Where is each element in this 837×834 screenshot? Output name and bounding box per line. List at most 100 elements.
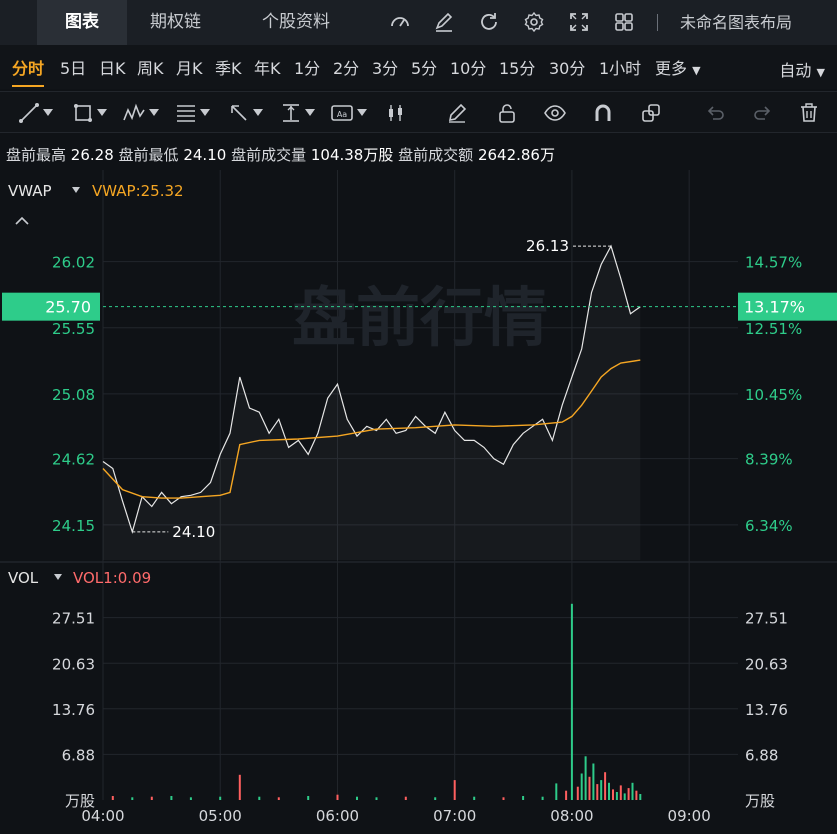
period-30m[interactable]: 30分	[549, 55, 585, 79]
caret-down-icon: ▼	[816, 66, 825, 79]
caret-down-icon[interactable]	[72, 187, 80, 193]
price-tick-label: 24.62	[52, 451, 95, 469]
caret-down-icon	[357, 109, 367, 116]
pattern-tool[interactable]	[122, 100, 159, 126]
edit-icon[interactable]	[430, 8, 458, 36]
period-intraday[interactable]: 分时	[12, 55, 45, 87]
premarket-amount-label: 盘前成交额	[398, 146, 474, 164]
fibonacci-tool[interactable]	[175, 100, 210, 126]
fullscreen-icon[interactable]	[565, 8, 593, 36]
volume-bar	[473, 796, 476, 800]
candle-tool[interactable]	[385, 100, 407, 126]
percent-tick-label: 8.39%	[745, 451, 793, 469]
collapse-chevron-icon[interactable]	[15, 216, 29, 225]
measure-tool[interactable]	[280, 100, 315, 126]
premarket-volume-value: 104.38万股	[310, 146, 394, 164]
volume-bar	[596, 784, 599, 800]
period-5m[interactable]: 5分	[411, 55, 437, 79]
volume-bar	[635, 790, 638, 800]
period-1h[interactable]: 1小时	[599, 55, 641, 79]
caret-down-icon	[200, 109, 210, 116]
price-tick-label: 24.15	[52, 517, 95, 535]
period-more-label: 更多	[655, 59, 688, 78]
period-10m[interactable]: 10分	[450, 55, 486, 79]
x-tick-label: 07:00	[433, 807, 476, 825]
price-volume-chart[interactable]: 盘前行情 04:00 05:00 06:00 07:00 08:00 09:0026.02…	[0, 170, 837, 834]
toolbar-divider	[657, 14, 658, 31]
volume-bar	[639, 794, 642, 800]
period-day[interactable]: 日K	[99, 55, 126, 79]
caret-down-icon: ▼	[692, 64, 701, 77]
premarket-low-value: 24.10	[183, 146, 227, 164]
brush-tool[interactable]	[446, 100, 468, 126]
period-3m[interactable]: 3分	[372, 55, 398, 79]
tab-company-profile[interactable]: 个股资料	[262, 0, 330, 45]
trend-line-icon	[19, 103, 39, 123]
text-tool[interactable]: Aa	[330, 100, 367, 126]
undo-button[interactable]	[704, 100, 726, 126]
volume-bar	[131, 797, 134, 800]
volume-bar	[615, 792, 618, 800]
grid-layout-icon[interactable]	[610, 8, 638, 36]
tab-options-chain[interactable]: 期权链	[150, 0, 201, 45]
period-1m[interactable]: 1分	[294, 55, 320, 79]
current-price-label: 25.70	[45, 298, 91, 317]
tab-chart[interactable]: 图表	[37, 0, 127, 45]
vol-indicator-name[interactable]: VOL	[8, 569, 39, 587]
percent-tick-label: 12.51%	[745, 320, 802, 338]
premarket-amount-value: 2642.86万	[477, 146, 555, 164]
rectangle-icon	[74, 104, 92, 122]
period-month[interactable]: 月K	[176, 55, 203, 79]
volume-bar	[502, 797, 505, 800]
volume-bar	[631, 782, 634, 800]
arrow-icon	[231, 105, 247, 121]
gauge-icon[interactable]	[386, 8, 414, 36]
vol-indicator-value: VOL1:0.09	[73, 569, 151, 587]
volume-bar	[623, 793, 626, 800]
period-quarter[interactable]: 季K	[215, 55, 242, 79]
volume-bar	[258, 796, 261, 800]
magnet-tool[interactable]	[592, 100, 614, 126]
period-year[interactable]: 年K	[254, 55, 281, 79]
vwap-indicator-value: VWAP:25.32	[92, 182, 184, 200]
current-percent-label: 13.17%	[744, 298, 805, 317]
arrow-tool[interactable]	[228, 100, 263, 126]
settings-icon[interactable]	[520, 8, 548, 36]
price-tick-label: 25.08	[52, 386, 95, 404]
undo-icon	[707, 106, 724, 120]
volume-tick-label: 20.63	[745, 655, 788, 673]
lock-tool[interactable]	[496, 100, 518, 126]
volume-bar	[555, 783, 558, 800]
caret-down-icon[interactable]	[54, 574, 62, 580]
caret-down-icon	[97, 109, 107, 116]
rectangle-tool[interactable]	[72, 100, 107, 126]
clone-icon	[642, 104, 660, 122]
layout-name[interactable]: 未命名图表布局	[680, 0, 792, 45]
period-2m[interactable]: 2分	[333, 55, 359, 79]
premarket-low-label: 盘前最低	[118, 146, 179, 164]
period-more[interactable]: 更多 ▼	[655, 55, 701, 79]
redo-button[interactable]	[752, 100, 774, 126]
period-week[interactable]: 周K	[137, 55, 164, 79]
measure-icon	[283, 104, 299, 122]
volume-bar	[619, 785, 622, 800]
period-5d[interactable]: 5日	[60, 55, 86, 79]
volume-bar	[170, 796, 173, 800]
trend-line-tool[interactable]	[18, 100, 53, 126]
refresh-icon[interactable]	[475, 8, 503, 36]
volume-bar	[434, 797, 437, 800]
volume-bar	[592, 763, 595, 800]
clone-tool[interactable]	[640, 100, 662, 126]
x-tick-label: 09:00	[668, 807, 711, 825]
visibility-tool[interactable]	[543, 100, 567, 126]
volume-bar	[604, 772, 607, 800]
volume-bar	[453, 780, 456, 800]
volume-bar	[541, 796, 544, 800]
percent-tick-label: 6.34%	[745, 517, 793, 535]
volume-tick-label: 20.63	[52, 655, 95, 673]
period-15m[interactable]: 15分	[499, 55, 535, 79]
delete-button[interactable]	[798, 100, 820, 126]
vwap-indicator-name[interactable]: VWAP	[8, 182, 52, 200]
volume-tick-label: 13.76	[745, 701, 788, 719]
auto-scale-select[interactable]: 自动 ▼	[779, 57, 825, 81]
